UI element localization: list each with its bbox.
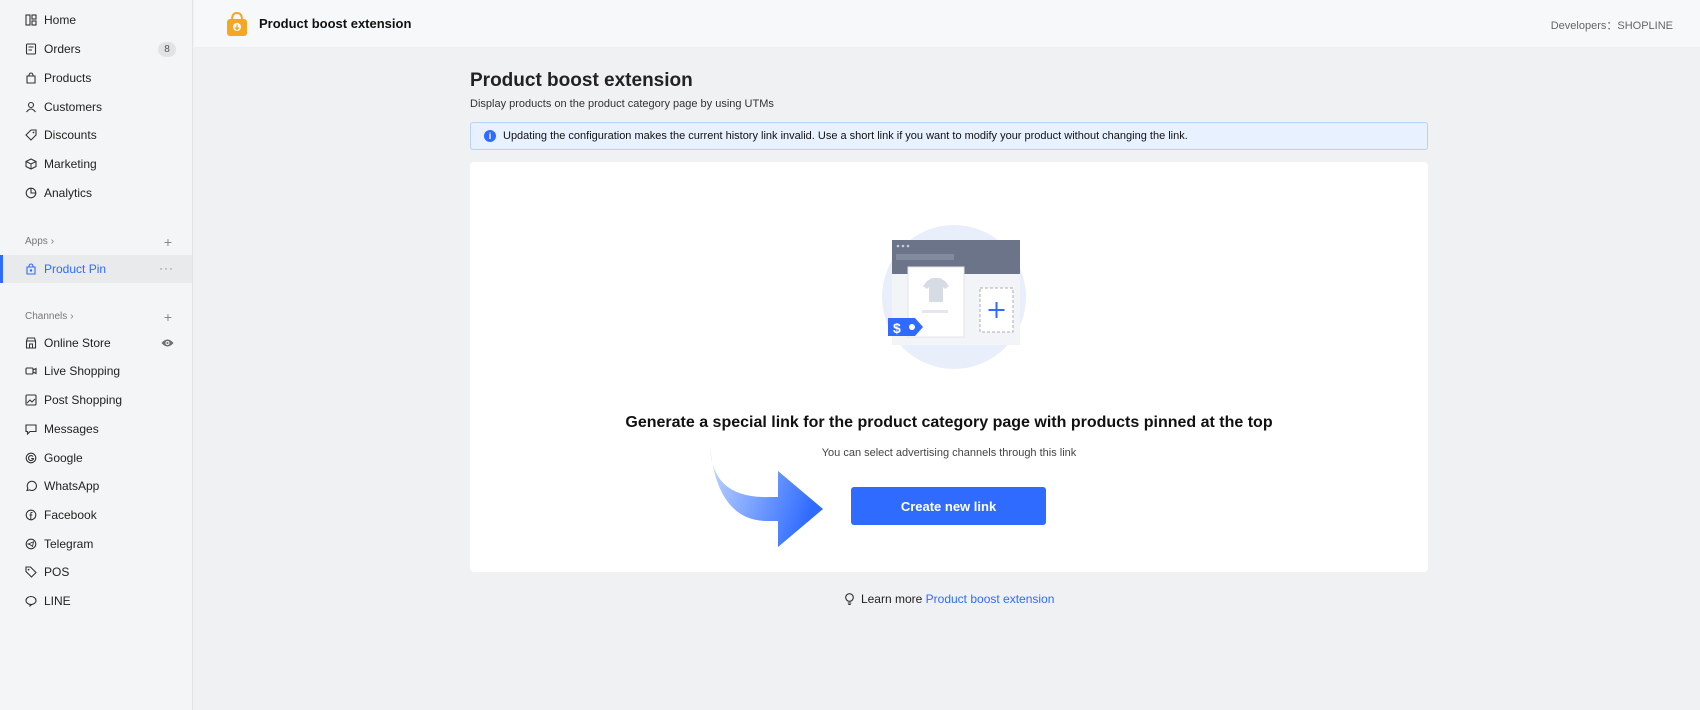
learn-more: Learn more Product boost extension [470,592,1428,608]
sidebar-item-whatsapp[interactable]: WhatsApp [0,472,192,500]
orders-count-badge: 8 [158,42,176,57]
orders-icon [25,43,37,55]
sidebar-item-customers[interactable]: Customers [0,93,192,121]
empty-state-subline: You can select advertising channels thro… [821,447,1077,459]
sidebar-item-label: Customers [44,100,103,114]
sidebar-item-marketing[interactable]: Marketing [0,150,192,178]
sidebar-item-label: Discounts [44,128,97,142]
app-title: Product boost extension [259,16,412,31]
line-icon [25,595,37,607]
sidebar-item-telegram[interactable]: Telegram [0,530,192,558]
info-alert: i Updating the configuration makes the c… [470,122,1428,150]
create-new-link-button[interactable]: Create new link [851,487,1046,525]
app-logo-icon [226,11,248,37]
sidebar-item-label: LINE [44,594,71,608]
products-icon [25,72,37,84]
sidebar-item-messages[interactable]: Messages [0,415,192,443]
add-channel-icon[interactable]: + [164,310,172,324]
channels-section-header[interactable]: Channels › [25,311,175,322]
sidebar-item-analytics[interactable]: Analytics [0,179,192,207]
home-icon [25,14,37,26]
sidebar-item-label: Products [44,71,92,85]
developer-label: Developers：SHOPLINE [1550,20,1673,32]
sidebar-item-orders[interactable]: Orders 8 [0,35,192,63]
add-app-icon[interactable]: + [164,235,172,249]
alert-text: Updating the configuration makes the cur… [503,130,1188,142]
sidebar-item-label: Messages [44,422,99,436]
product-pin-icon [25,263,37,275]
more-options-icon[interactable]: ··· [159,261,174,275]
sidebar: Home Orders 8 Products Customers Discoun… [0,0,193,710]
sidebar-item-label: Online Store [44,336,111,350]
pos-icon [25,566,37,578]
sidebar-item-online-store[interactable]: Online Store [0,329,192,357]
svg-text:$: $ [893,320,901,336]
product-illustration: $ [882,225,1026,369]
sidebar-item-product-pin[interactable]: Product Pin ··· [0,255,192,283]
lightbulb-icon [844,593,855,608]
sidebar-item-label: Marketing [44,157,97,171]
sidebar-item-label: Facebook [44,508,97,522]
sidebar-item-label: Home [44,13,77,27]
sidebar-item-live-shopping[interactable]: Live Shopping [0,357,192,385]
sidebar-item-post-shopping[interactable]: Post Shopping [0,386,192,414]
apps-section-header[interactable]: Apps › [25,236,175,247]
sidebar-item-label: POS [44,565,70,579]
messages-icon [25,423,37,435]
sidebar-item-pos[interactable]: POS [0,558,192,586]
post-icon [25,394,37,406]
sidebar-item-label: Orders [44,42,81,56]
analytics-icon [25,187,37,199]
sidebar-item-label: Google [44,451,83,465]
chevron-right-icon: › [50,236,55,247]
chevron-right-icon: › [70,311,74,322]
learn-more-prefix: Learn more [860,592,923,606]
sidebar-item-label: Post Shopping [44,393,123,407]
empty-state-card: $ Generate a special link for the produc… [470,162,1428,572]
sidebar-item-label: Analytics [44,186,93,200]
facebook-icon [25,509,37,521]
learn-more-link[interactable]: Product boost extension [926,592,1055,606]
video-icon [25,365,37,377]
sidebar-item-label: WhatsApp [44,479,100,493]
info-icon: i [484,130,496,142]
eye-icon[interactable] [161,337,174,351]
store-icon [25,337,37,349]
page-title: Product boost extension [470,70,693,91]
empty-state-headline: Generate a special link for the product … [625,414,1273,431]
top-bar: Product boost extension Developers：SHOPL… [194,0,1700,48]
sidebar-item-home[interactable]: Home [0,6,192,34]
marketing-icon [25,158,37,170]
sidebar-item-line[interactable]: LINE [0,587,192,615]
sidebar-item-label: Telegram [44,537,94,551]
page-subtitle: Display products on the product category… [470,98,774,110]
google-icon [25,452,37,464]
sidebar-item-discounts[interactable]: Discounts [0,121,192,149]
arrow-icon [710,447,823,547]
sidebar-item-products[interactable]: Products [0,64,192,92]
active-indicator [0,255,3,283]
whatsapp-icon [25,480,37,492]
sidebar-item-label: Live Shopping [44,364,121,378]
sidebar-item-facebook[interactable]: Facebook [0,501,192,529]
telegram-icon [25,538,37,550]
sidebar-item-google[interactable]: Google [0,444,192,472]
sidebar-item-label: Product Pin [44,262,107,276]
discounts-icon [25,129,37,141]
customers-icon [25,101,37,113]
